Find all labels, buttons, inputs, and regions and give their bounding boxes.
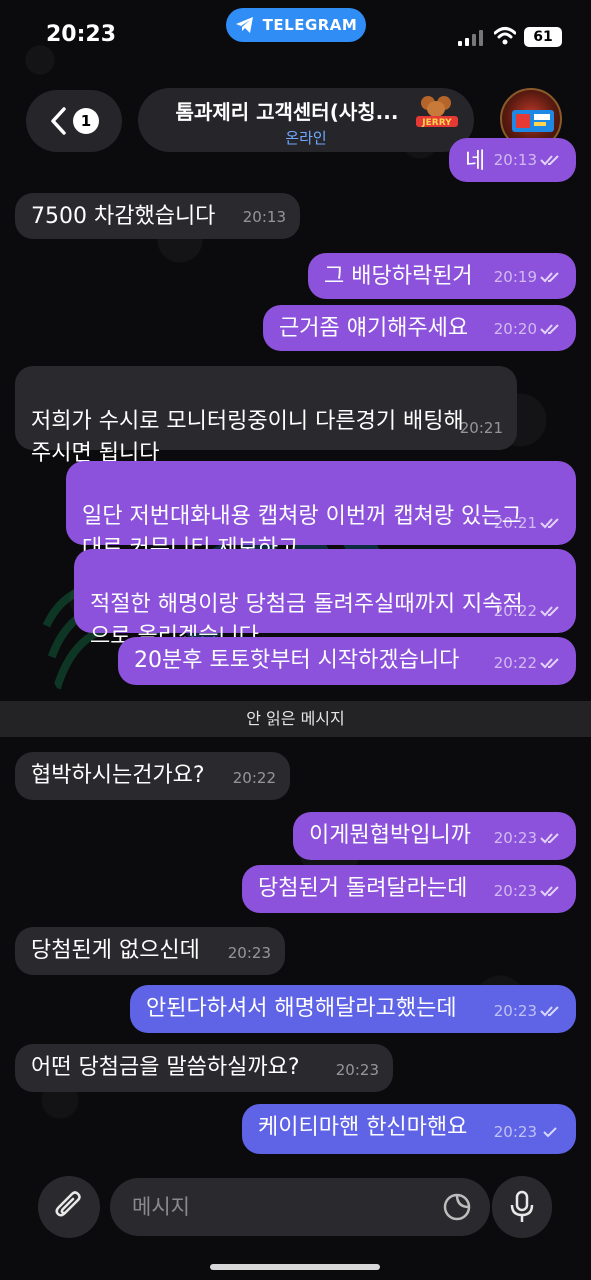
message-time: 20:21 [459,419,503,437]
chat-title-area[interactable]: 톰과제리 고객센터(사칭... 온라인 JERRY [138,88,474,152]
message-time: 20:22 [493,654,537,672]
wifi-icon [494,27,516,45]
jerry-logo-icon: JERRY [416,96,458,128]
telegram-plane-icon [235,17,253,33]
unread-count-badge: 1 [73,108,99,134]
message-text: 케이티마핸 한신마핸요 [258,1115,468,1140]
message-time: 20:22 [232,769,276,787]
message-time: 20:13 [242,208,286,226]
message-bubble-incoming[interactable]: 어떤 당첨금을 말씀하실까요? 20:23 [15,1044,393,1092]
message-text: 저희가 수시로 모니터링중이니 다른경기 배팅해 주시면 됩니다 [31,409,464,466]
message-time: 20:23 [493,1123,537,1141]
message-text: 네 [465,149,486,174]
message-bubble-outgoing[interactable]: 당첨된거 돌려달라는데 20:23 [242,865,576,913]
double-check-icon [540,324,559,335]
message-bubble-incoming[interactable]: 협박하시는건가요? 20:22 [15,752,290,800]
message-text: 7500 차감했습니다 [31,204,216,229]
message-bubble-incoming[interactable]: 저희가 수시로 모니터링중이니 다른경기 배팅해 주시면 됩니다 20:21 [15,366,517,466]
message-text: 당첨된게 없으신데 [31,938,200,963]
telegram-pill[interactable]: TELEGRAM [226,8,366,42]
message-bubble-incoming[interactable]: 7500 차감했습니다 20:13 [15,193,300,239]
double-check-icon [540,1006,559,1017]
logo-text: JERRY [421,118,452,128]
telegram-pill-label: TELEGRAM [262,16,358,34]
message-text: 협박하시는건가요? [31,763,205,788]
message-input[interactable]: 메시지 [110,1178,490,1236]
message-time: 20:23 [335,1061,379,1079]
home-indicator[interactable] [210,1264,380,1270]
message-bubble-outgoing[interactable]: 근거좀 얘기해주세요 20:20 [263,305,576,351]
unread-messages-divider: 안 읽은 메시지 [0,701,591,737]
single-check-icon [543,1127,557,1138]
back-button[interactable]: 1 [26,90,122,152]
message-input-placeholder: 메시지 [132,1195,190,1219]
microphone-icon [510,1190,534,1222]
message-text: 근거좀 얘기해주세요 [279,316,469,341]
double-check-icon [540,606,559,617]
message-bubble-outgoing[interactable]: 이게뭔협박입니까 20:23 [293,812,576,860]
message-text: 어떤 당첨금을 말씀하실까요? [31,1055,300,1080]
message-time: 20:23 [493,1002,537,1020]
double-check-icon [540,658,559,669]
message-time: 20:20 [493,320,537,338]
message-bubble-outgoing[interactable]: 그 배당하락된거 20:19 [308,253,576,299]
cellular-signal-icon [458,30,483,46]
attach-button[interactable] [38,1176,100,1238]
double-check-icon [540,518,559,529]
message-bubble-outgoing[interactable]: 네 20:13 [449,138,576,182]
double-check-icon [540,886,559,897]
message-bubble-outgoing[interactable]: 일단 저번대화내용 캡쳐랑 이번꺼 캡쳐랑 있는그 대로 커뮤니티 제보하고 2… [66,461,576,561]
message-bubble-incoming[interactable]: 당첨된게 없으신데 20:23 [15,927,285,975]
message-time: 20:23 [493,829,537,847]
message-bubble-outgoing[interactable]: 20분후 토토핫부터 시작하겠습니다 20:22 [118,637,576,685]
message-text: 20분후 토토핫부터 시작하겠습니다 [134,648,460,673]
message-time: 20:13 [493,151,537,169]
message-text: 이게뭔협박입니까 [309,823,471,848]
chat-online-status: 온라인 [285,129,327,147]
status-time: 20:23 [46,22,117,47]
double-check-icon [540,155,559,166]
message-text: 그 배당하락된거 [324,264,473,289]
status-bar: 20:23 TELEGRAM 61 [0,0,591,76]
message-text: 안된다하셔서 해명해달라고했는데 [146,996,457,1021]
battery-indicator: 61 [524,27,562,47]
double-check-icon [540,833,559,844]
message-time: 20:19 [493,268,537,286]
sticker-icon[interactable] [442,1192,472,1222]
message-bubble-outgoing[interactable]: 안된다하셔서 해명해달라고했는데 20:23 [130,985,576,1033]
message-time: 20:23 [227,944,271,962]
chevron-left-icon [51,107,66,135]
message-time: 20:21 [493,514,537,532]
message-text: 당첨된거 돌려달라는데 [258,876,468,901]
message-time: 20:22 [493,602,537,620]
double-check-icon [540,272,559,283]
message-bubble-outgoing[interactable]: 케이티마핸 한신마핸요 20:23 [242,1104,576,1154]
message-time: 20:23 [493,882,537,900]
paperclip-icon [55,1191,81,1217]
message-bubble-outgoing[interactable]: 적절한 해명이랑 당첨금 돌려주실때까지 지속적 으로 올리겠습니다 20:22 [74,549,576,649]
microphone-button[interactable] [492,1176,552,1238]
